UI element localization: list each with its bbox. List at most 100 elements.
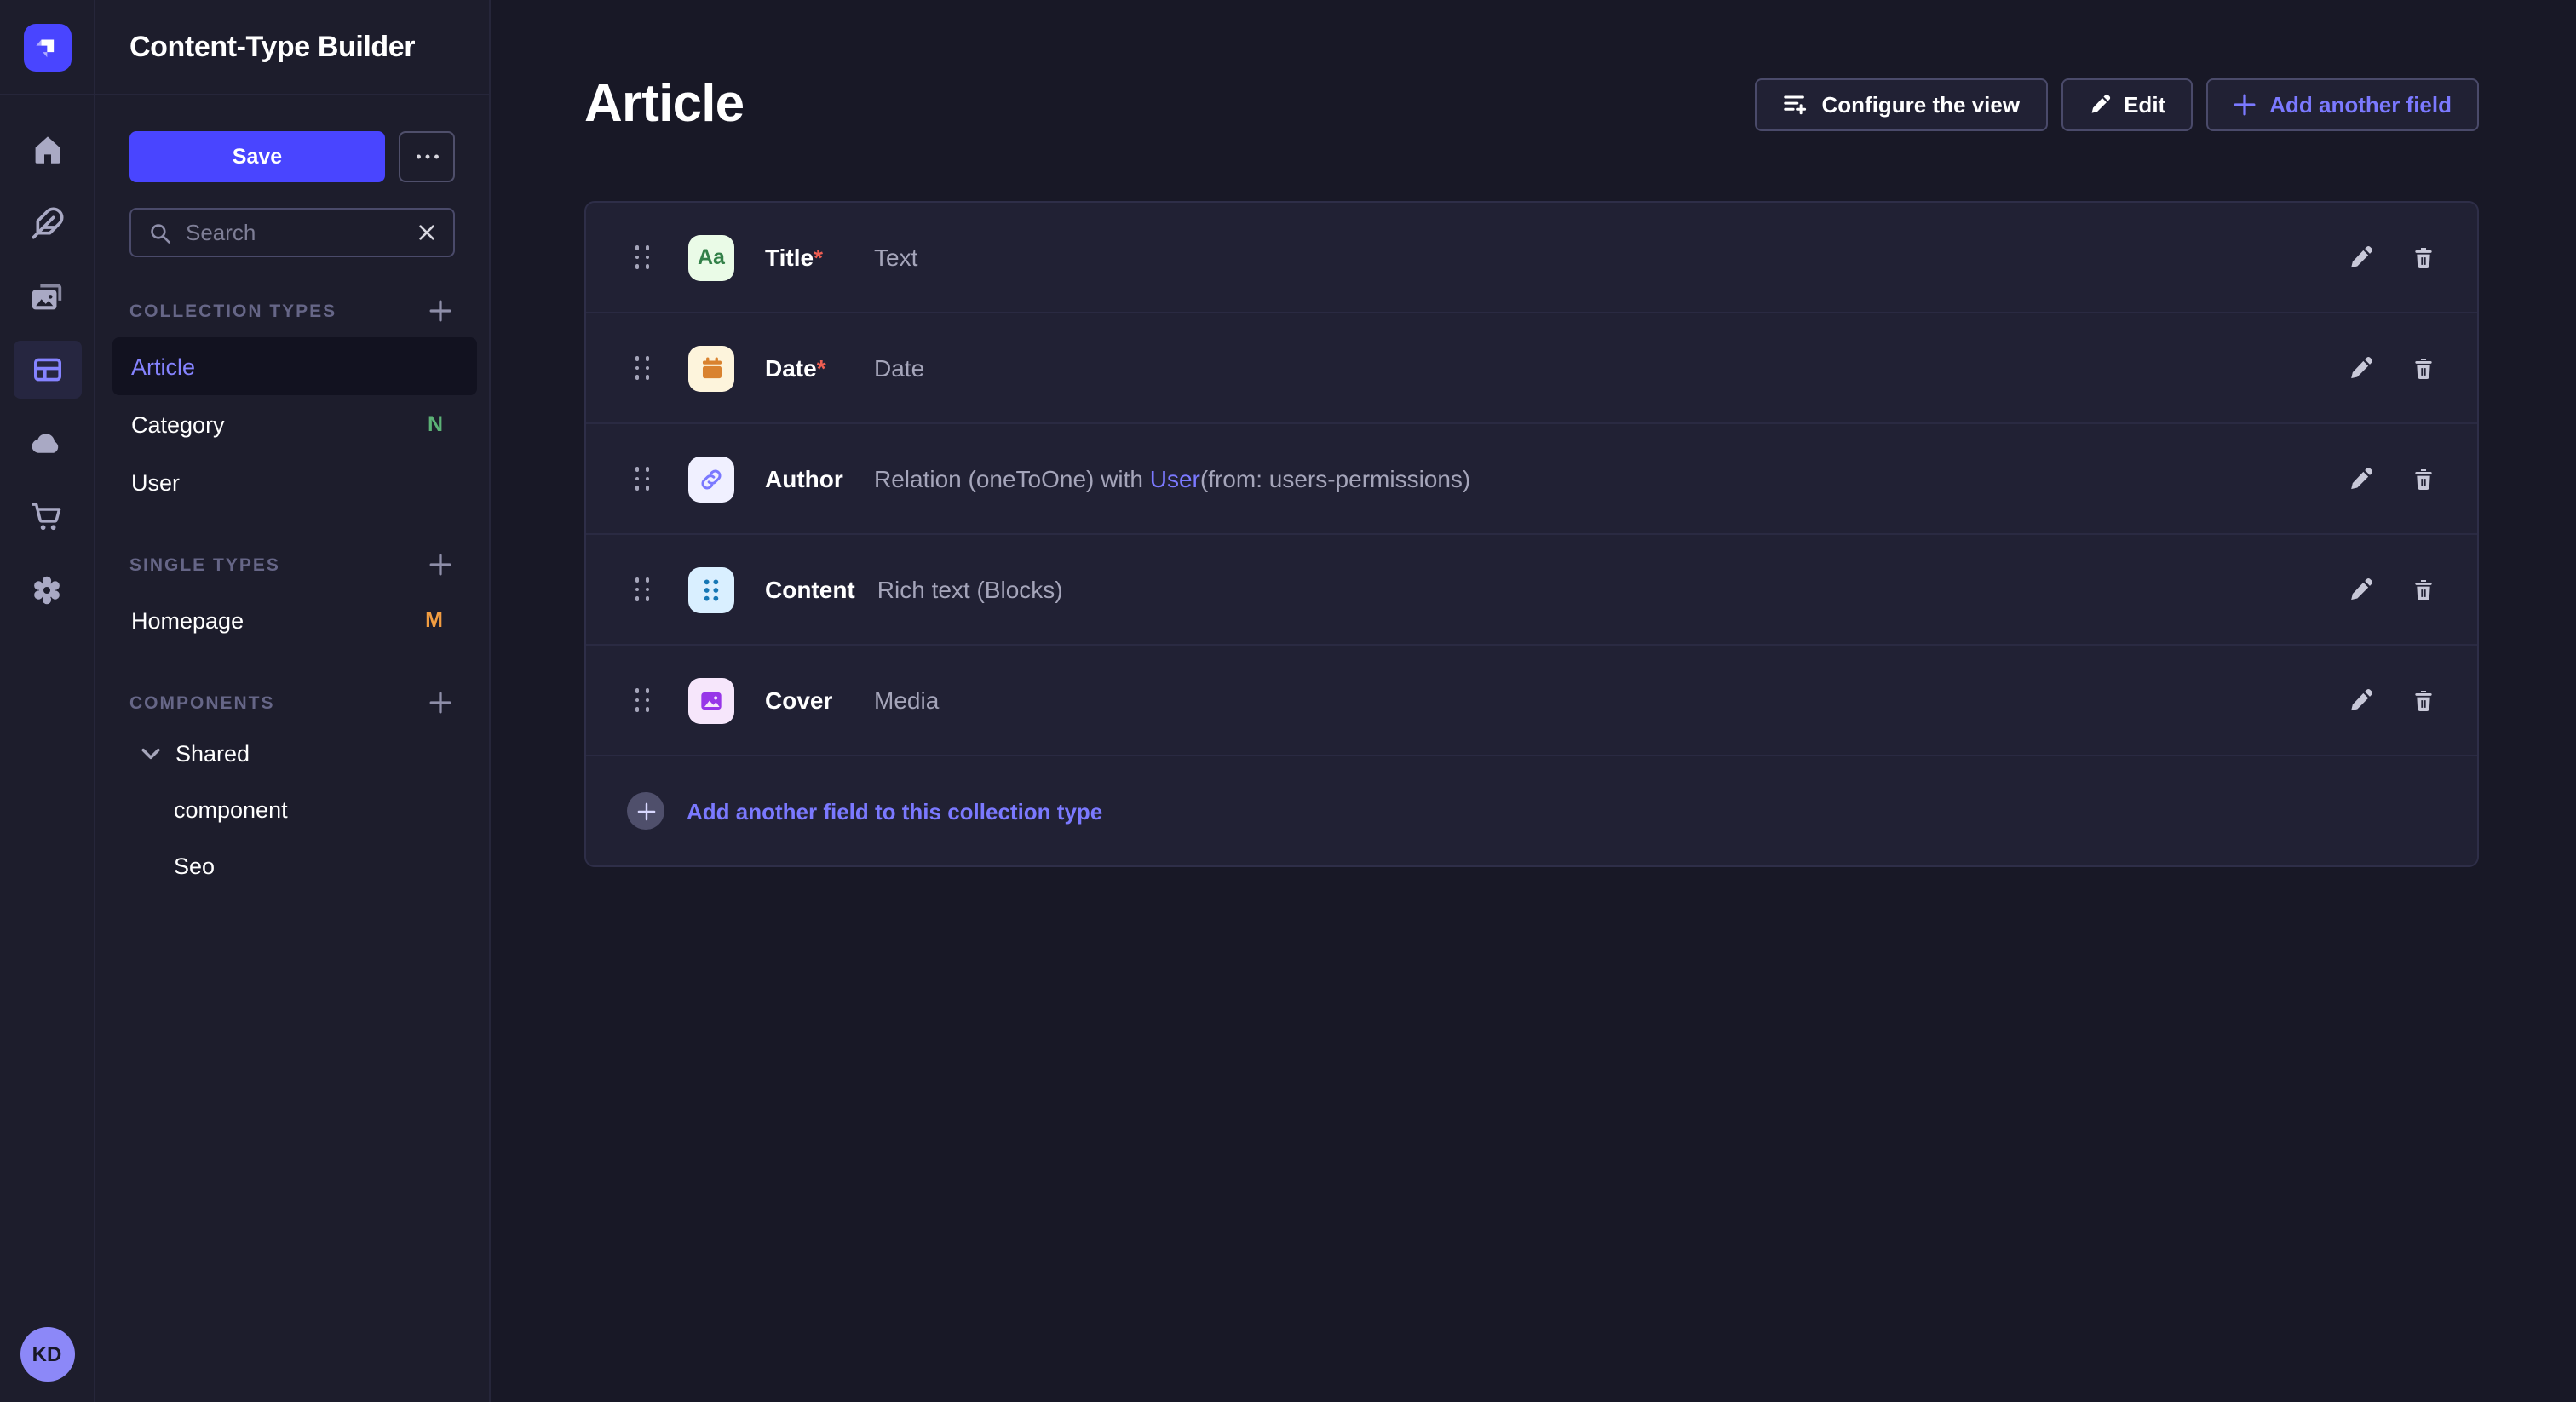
strapi-logo[interactable]: [23, 23, 71, 71]
search-clear-button[interactable]: [417, 223, 436, 242]
rail-home-button[interactable]: [13, 121, 81, 179]
sidebar-item-component[interactable]: component: [112, 782, 477, 838]
chevron-down-icon: [141, 748, 160, 760]
app-root: KD Content-Type Builder Save: [0, 0, 2576, 1402]
item-label: component: [174, 797, 288, 823]
field-row-cover: Cover Media: [586, 646, 2477, 756]
group-label: Shared: [175, 741, 250, 767]
page-title: Article: [584, 72, 744, 136]
add-component-button[interactable]: [426, 688, 455, 717]
rail-marketplace-button[interactable]: [13, 487, 81, 545]
rail-media-library-button[interactable]: [13, 267, 81, 325]
component-group-shared[interactable]: Shared: [112, 726, 477, 782]
text-field-icon: Aa: [688, 234, 734, 280]
edit-field-button[interactable]: [2339, 569, 2380, 610]
nav-rail: KD: [0, 0, 95, 1402]
field-row-author: Author Relation (oneToOne) with User(fro…: [586, 424, 2477, 535]
rail-content-manager-button[interactable]: [13, 194, 81, 252]
field-type: Date: [874, 354, 924, 382]
ellipsis-icon: [415, 153, 439, 160]
edit-field-button[interactable]: [2339, 458, 2380, 499]
plus-circle-icon: [627, 792, 664, 830]
edit-button[interactable]: Edit: [2061, 78, 2193, 130]
delete-field-button[interactable]: [2402, 237, 2443, 278]
field-name: Title*: [765, 244, 852, 271]
delete-field-button[interactable]: [2402, 348, 2443, 388]
drag-handle[interactable]: [627, 577, 658, 602]
rail-content-type-builder-button[interactable]: [13, 341, 81, 399]
edit-field-button[interactable]: [2339, 237, 2380, 278]
sidebar-body: Save: [95, 95, 489, 894]
single-types-list: Homepage M: [112, 591, 477, 649]
sidebar-item-category[interactable]: Category N: [112, 395, 477, 453]
relation-target-link[interactable]: User: [1150, 465, 1200, 492]
sidebar-item-seo[interactable]: Seo: [112, 838, 477, 894]
fields-table: Aa Title* Text: [584, 201, 2479, 867]
configure-view-button[interactable]: Configure the view: [1756, 78, 2048, 130]
feather-icon: [30, 206, 64, 240]
images-icon: [29, 279, 65, 314]
row-actions: [2339, 348, 2443, 388]
delete-field-button[interactable]: [2402, 458, 2443, 499]
save-button[interactable]: Save: [129, 131, 385, 182]
section-components: COMPONENTS: [129, 688, 455, 717]
drag-handle[interactable]: [627, 244, 658, 270]
trash-icon: [2410, 687, 2435, 713]
add-another-field-button[interactable]: Add another field: [2206, 78, 2479, 130]
trash-icon: [2410, 577, 2435, 602]
add-field-footer-label: Add another field to this collection typ…: [687, 798, 1102, 824]
status-badge: M: [425, 608, 443, 632]
avatar-initials: KD: [32, 1342, 62, 1366]
add-single-type-button[interactable]: [426, 550, 455, 579]
drag-handle[interactable]: [627, 466, 658, 491]
edit-field-button[interactable]: [2339, 348, 2380, 388]
list-plus-icon: [1783, 91, 1808, 117]
row-actions: [2339, 569, 2443, 610]
main-content: Article Configure the view Edit: [491, 0, 2576, 1402]
edit-field-button[interactable]: [2339, 680, 2380, 721]
delete-field-button[interactable]: [2402, 569, 2443, 610]
field-type: Relation (oneToOne) with User(from: user…: [874, 465, 1470, 492]
add-collection-type-button[interactable]: [426, 296, 455, 325]
user-avatar[interactable]: KD: [20, 1327, 74, 1382]
drag-handle[interactable]: [627, 687, 658, 713]
pencil-icon: [2347, 687, 2372, 713]
field-row-content: Content Rich text (Blocks): [586, 535, 2477, 646]
sidebar-item-article[interactable]: Article: [112, 337, 477, 395]
field-name: Date*: [765, 354, 852, 382]
search-input[interactable]: [186, 220, 404, 245]
row-actions: [2339, 237, 2443, 278]
drag-handle[interactable]: [627, 355, 658, 381]
pencil-icon: [2088, 93, 2110, 115]
shared-components-list: component Seo: [112, 782, 477, 894]
delete-field-button[interactable]: [2402, 680, 2443, 721]
section-label: SINGLE TYPES: [129, 554, 280, 575]
close-icon: [417, 223, 436, 242]
add-field-footer-button[interactable]: Add another field to this collection typ…: [586, 756, 2477, 865]
blocks-grid-icon: [688, 566, 734, 612]
pencil-icon: [2347, 466, 2372, 491]
field-name: Cover: [765, 687, 852, 714]
sidebar-actions: Save: [129, 131, 455, 182]
item-label: Seo: [174, 853, 215, 879]
plus-icon: [429, 300, 451, 322]
plus-icon: [2234, 93, 2256, 115]
sidebar-item-user[interactable]: User: [112, 453, 477, 511]
image-icon: [688, 677, 734, 723]
trash-icon: [2410, 244, 2435, 270]
sidebar-title: Content-Type Builder: [129, 30, 415, 64]
field-type: Media: [874, 687, 939, 714]
more-options-button[interactable]: [399, 131, 455, 182]
item-label: User: [131, 469, 180, 495]
button-label: Edit: [2124, 91, 2165, 117]
field-name: Content: [765, 576, 855, 603]
home-icon: [30, 133, 64, 167]
rail-deploy-button[interactable]: [13, 414, 81, 472]
sidebar-item-homepage[interactable]: Homepage M: [112, 591, 477, 649]
field-type: Text: [874, 244, 917, 271]
rail-settings-button[interactable]: [13, 560, 81, 618]
rail-nav: [13, 121, 81, 618]
plus-icon: [429, 692, 451, 714]
item-label: Homepage: [131, 607, 244, 633]
section-single-types: SINGLE TYPES: [129, 550, 455, 579]
